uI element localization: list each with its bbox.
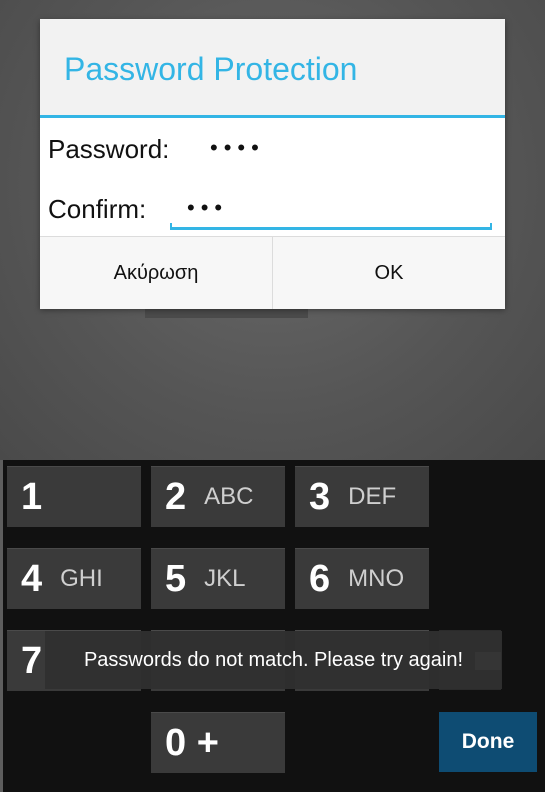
toast-message: Passwords do not match. Please try again…	[45, 631, 502, 689]
dialog-header: Password Protection	[40, 19, 505, 118]
key-2[interactable]: 2 ABC	[151, 466, 285, 527]
key-1[interactable]: 1	[7, 466, 141, 527]
key-letters: DEF	[348, 483, 397, 510]
key-6[interactable]: 6 MNO	[295, 548, 429, 609]
key-number: 2	[165, 475, 187, 518]
key-4[interactable]: 4 GHI	[7, 548, 141, 609]
key-5[interactable]: 5 JKL	[151, 548, 285, 609]
confirm-label: Confirm:	[48, 194, 147, 224]
key-0[interactable]: 0 +	[151, 712, 285, 773]
cancel-button[interactable]: Ακύρωση	[40, 237, 272, 309]
key-letters: MNO	[348, 565, 405, 592]
key-number: 3	[309, 475, 331, 518]
key-letters: GHI	[60, 565, 103, 592]
confirm-field-underline	[170, 223, 492, 230]
key-number: 0 +	[165, 721, 219, 764]
confirm-row: Confirm: •••	[40, 178, 505, 236]
key-number: 7	[21, 639, 43, 682]
dialog-title: Password Protection	[64, 51, 358, 87]
done-button[interactable]: Done	[439, 712, 537, 772]
key-number: 4	[21, 557, 43, 600]
password-field[interactable]: ••••	[210, 135, 265, 161]
key-number: 6	[309, 557, 331, 600]
password-row: Password: ••••	[40, 118, 505, 178]
password-label: Password:	[48, 134, 170, 164]
key-letters: JKL	[204, 565, 246, 592]
dialog-button-bar: Ακύρωση OK	[40, 236, 505, 309]
key-number: 5	[165, 557, 187, 600]
ok-button[interactable]: OK	[272, 237, 505, 309]
key-letters: ABC	[204, 483, 254, 510]
key-3[interactable]: 3 DEF	[295, 466, 429, 527]
key-number: 1	[21, 475, 43, 518]
confirm-field[interactable]: •••	[187, 195, 228, 221]
password-dialog: Password Protection Password: •••• Confi…	[40, 19, 505, 309]
